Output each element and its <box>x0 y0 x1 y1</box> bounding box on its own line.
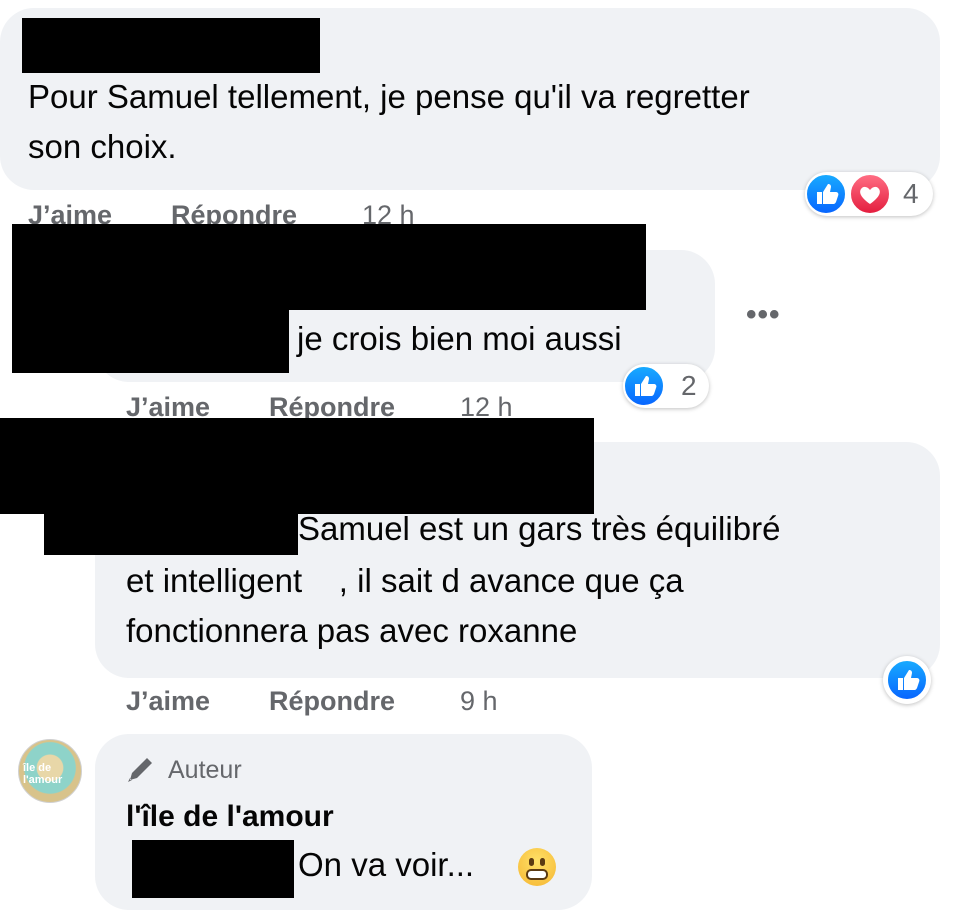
more-options-icon[interactable]: ••• <box>746 298 781 332</box>
comment-actions: J’aime Répondre 9 h <box>126 686 546 716</box>
reply-button[interactable]: Répondre <box>269 686 395 717</box>
reaction-summary[interactable]: 4 <box>805 172 933 216</box>
redacted-author-name <box>22 18 320 73</box>
comment-text-line: Pour Samuel tellement, je pense qu'il va… <box>28 78 750 115</box>
pencil-icon <box>124 752 158 786</box>
like-button[interactable]: J’aime <box>126 686 210 717</box>
like-icon <box>623 365 665 407</box>
comment-text-line: fonctionnera pas avec roxanne <box>126 612 578 649</box>
avatar-logo-text: île de l'amour <box>23 762 63 786</box>
comment-text-line: Samuel est un gars très équilibré <box>298 510 781 547</box>
comment-text-line: son choix. <box>28 128 177 165</box>
avatar[interactable]: île de l'amour <box>18 739 82 803</box>
reaction-summary[interactable] <box>883 656 931 704</box>
redacted-mention <box>12 306 289 373</box>
author-badge: Auteur <box>168 756 242 784</box>
like-icon <box>805 173 847 215</box>
redacted-author-name <box>0 418 594 514</box>
reaction-count: 2 <box>681 370 697 401</box>
redacted-mention <box>44 510 298 555</box>
reaction-count: 4 <box>903 178 919 209</box>
author-name[interactable]: l'île de l'amour <box>126 800 334 834</box>
comment-text-line: et intelligent , il sait d avance que ça <box>126 562 684 599</box>
timestamp[interactable]: 9 h <box>460 686 498 717</box>
grimacing-face-emoji <box>518 848 556 886</box>
redacted-author-name <box>12 224 646 310</box>
comment-text-line: je crois bien moi aussi <box>297 320 622 357</box>
love-icon <box>849 173 891 215</box>
comment-text-line: On va voir... <box>298 846 475 883</box>
redacted-mention <box>132 840 294 898</box>
like-icon <box>886 659 928 701</box>
reaction-summary[interactable]: 2 <box>623 364 709 408</box>
